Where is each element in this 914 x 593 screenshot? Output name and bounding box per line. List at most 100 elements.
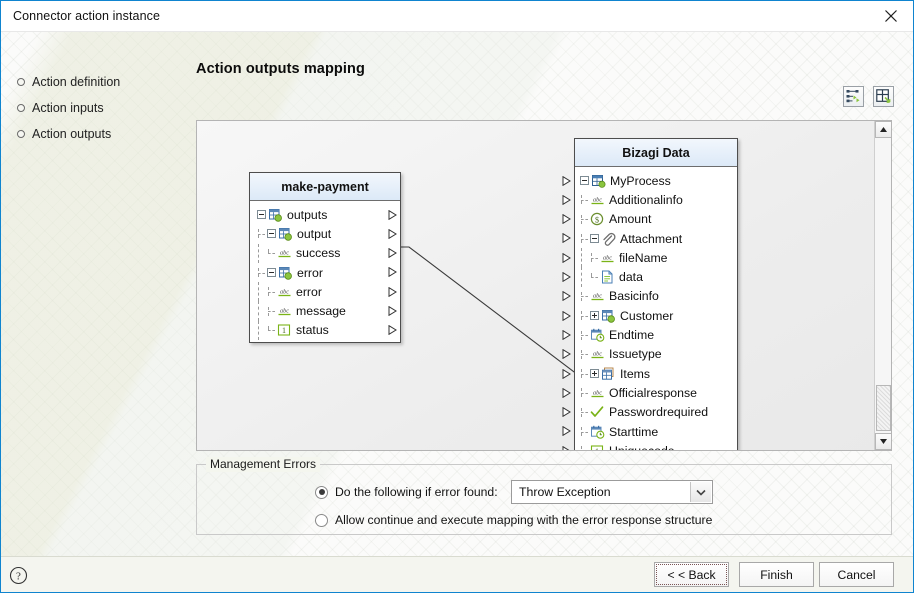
tree-row[interactable]: outputs — [250, 205, 400, 224]
tree-row[interactable]: 1 Uniquecode — [575, 441, 737, 451]
scroll-up-button[interactable] — [875, 121, 891, 138]
mapping-port[interactable] — [562, 445, 571, 450]
tree-row[interactable]: $ Amount — [575, 210, 737, 229]
collapse-node-button[interactable] — [580, 176, 589, 186]
svg-text:1: 1 — [595, 447, 599, 451]
scroll-down-button[interactable] — [875, 433, 891, 450]
mapping-port[interactable] — [388, 306, 397, 316]
mapping-port[interactable] — [562, 387, 571, 398]
mapping-port[interactable] — [388, 248, 397, 259]
mapping-port[interactable] — [388, 286, 397, 297]
tree-row[interactable]: Items — [575, 364, 737, 383]
calendar-clock-icon — [591, 425, 605, 439]
sidebar-item-action-outputs[interactable]: Action outputs — [17, 127, 111, 141]
expand-node-button[interactable] — [590, 369, 599, 379]
sidebar-item-action-definition[interactable]: Action definition — [17, 75, 120, 89]
cancel-button[interactable]: Cancel — [819, 562, 894, 587]
mapping-canvas[interactable]: make-payment outputs output abc success erro… — [196, 120, 892, 451]
mapping-port[interactable] — [562, 407, 571, 418]
page-title: Action outputs mapping — [196, 61, 365, 77]
tree-node-label: error — [297, 265, 323, 280]
table-green-icon — [268, 208, 283, 222]
tree-guide-stub — [580, 407, 590, 417]
entity-green-icon — [592, 174, 606, 188]
finish-button[interactable]: Finish — [739, 562, 814, 587]
collapse-node-button[interactable] — [590, 234, 599, 244]
tree-node-label: Passwordrequired — [609, 405, 709, 420]
tree-row[interactable]: abc message — [250, 301, 400, 322]
tree-row[interactable]: MyProcess — [575, 171, 737, 190]
collapse-node-button[interactable] — [267, 229, 276, 239]
error-action-select[interactable]: Throw Exception — [511, 480, 713, 504]
canvas-vertical-scrollbar[interactable] — [874, 121, 891, 450]
mapping-port[interactable] — [562, 175, 571, 186]
mapping-port[interactable] — [562, 426, 571, 437]
mapping-port[interactable] — [388, 209, 397, 220]
tree-row[interactable]: abc success — [250, 243, 400, 264]
tree-row[interactable]: abc fileName — [575, 248, 737, 268]
tree-row[interactable]: abc Basicinfo — [575, 287, 737, 306]
sidebar-item-label: Action definition — [32, 75, 121, 89]
abc-string-icon: abc — [590, 193, 605, 207]
tree-guide-stub — [580, 291, 590, 301]
tree-row[interactable]: abc error — [250, 282, 400, 302]
mapping-port[interactable] — [562, 368, 571, 379]
radio-throw-exception-row[interactable]: Do the following if error found: — [315, 485, 498, 499]
expand-node-button[interactable] — [590, 311, 599, 321]
number-one-icon: 1 — [277, 323, 292, 337]
tree-row[interactable]: 1 status — [250, 320, 400, 341]
tree-node-label: Customer — [620, 308, 674, 323]
tree-row[interactable]: Passwordrequired — [575, 403, 737, 422]
mapping-port[interactable] — [562, 272, 571, 282]
tree-guide-line — [257, 320, 267, 341]
radio-allow-continue[interactable] — [315, 513, 328, 527]
scrollbar-thumb[interactable] — [876, 385, 891, 431]
mapping-port[interactable] — [562, 291, 571, 302]
collapse-node-button[interactable] — [267, 268, 276, 278]
check-boolean-icon — [590, 405, 605, 419]
tree-row[interactable]: error — [250, 263, 400, 282]
radio-allow-continue-row[interactable]: Allow continue and execute mapping with … — [315, 513, 712, 527]
mapping-port[interactable] — [562, 214, 571, 225]
tree-row[interactable]: data — [575, 267, 737, 288]
mapping-port[interactable] — [562, 349, 571, 360]
sidebar-item-action-inputs[interactable]: Action inputs — [17, 101, 104, 115]
mapping-port[interactable] — [562, 252, 571, 263]
select-arrow-box[interactable] — [690, 482, 711, 502]
mapping-port[interactable] — [562, 194, 571, 205]
tree-row[interactable]: abc Officialresponse — [575, 383, 737, 402]
abc-string-icon: abc — [278, 250, 291, 258]
help-button[interactable]: ? — [6, 563, 30, 587]
tree-row[interactable]: Starttime — [575, 422, 737, 441]
tree-node-label: outputs — [287, 207, 328, 222]
port-arrow-icon — [388, 248, 397, 259]
mapping-port[interactable] — [562, 329, 571, 340]
mapping-port[interactable] — [562, 310, 571, 321]
port-arrow-icon — [562, 252, 571, 263]
port-arrow-icon — [562, 310, 571, 321]
tree-row[interactable]: Customer — [575, 306, 737, 325]
mapping-port[interactable] — [388, 267, 397, 278]
tree-row[interactable]: Attachment — [575, 229, 737, 248]
back-button[interactable]: < < Back — [654, 562, 729, 587]
collapse-node-button[interactable] — [257, 210, 266, 220]
abc-string-icon: abc — [591, 389, 604, 398]
target-tree-card[interactable]: Bizagi Data MyProcess abc Additionalinfo $ A… — [562, 138, 738, 451]
port-arrow-icon — [388, 228, 397, 239]
radio-do-following-if-error[interactable] — [315, 485, 328, 499]
tree-row[interactable]: output — [250, 224, 400, 243]
tree-row[interactable]: Endtime — [575, 325, 737, 344]
close-button[interactable] — [868, 1, 913, 31]
tree-node-label: Issuetype — [609, 347, 662, 362]
arrange-layout-button[interactable] — [873, 86, 894, 107]
tree-row[interactable]: abc Additionalinfo — [575, 190, 737, 209]
tree-row[interactable]: abc Issuetype — [575, 345, 737, 364]
tree-guide-stub — [267, 325, 277, 335]
mapping-port[interactable] — [562, 233, 571, 244]
tree-guide-line — [257, 301, 267, 322]
source-tree-card[interactable]: make-payment outputs output abc success erro… — [249, 172, 401, 344]
tree-guide-stub — [580, 369, 590, 379]
mapping-port[interactable] — [388, 325, 397, 336]
mapping-port[interactable] — [388, 228, 397, 239]
auto-map-button[interactable] — [843, 86, 864, 107]
